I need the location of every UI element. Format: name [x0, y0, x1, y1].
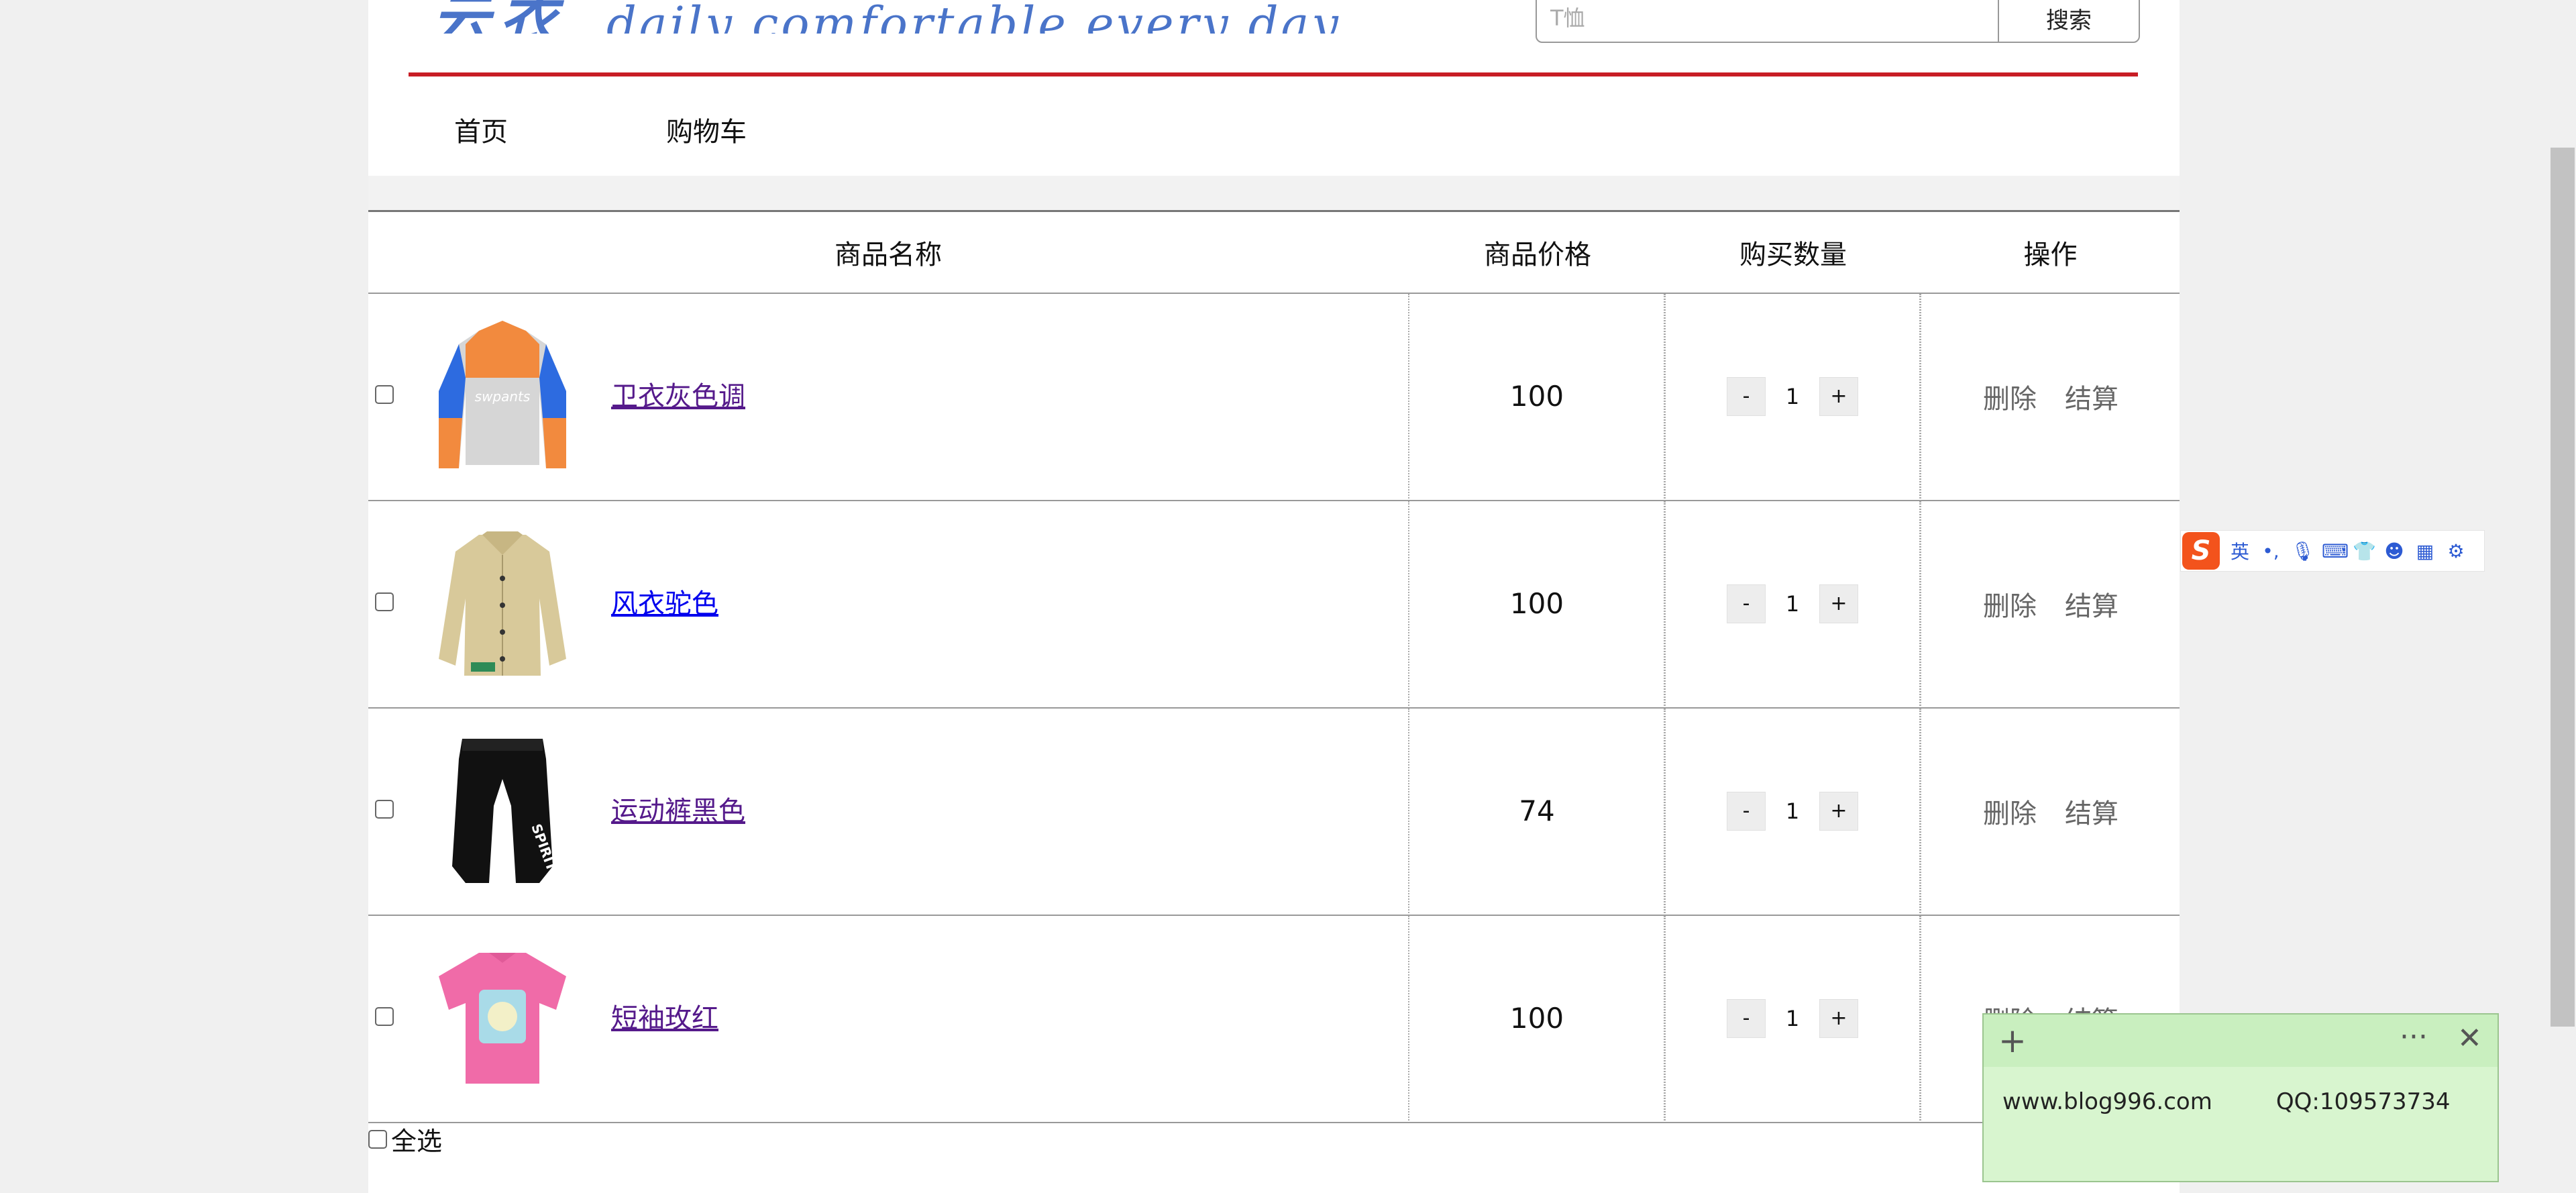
product-image-tshirt[interactable] — [425, 939, 580, 1097]
product-image-sweatpants[interactable]: SPIRIT — [425, 732, 580, 890]
delete-button[interactable]: 删除 — [1983, 584, 2037, 623]
increment-button[interactable]: + — [1819, 376, 1858, 416]
microphone-icon[interactable]: 🎙 — [2291, 540, 2315, 562]
quantity-stepper: - 1 + — [1727, 998, 1858, 1038]
table-row: SPIRIT 运动裤黑色 74 - 1 + 删除 结算 — [368, 709, 2180, 916]
row-checkbox[interactable] — [375, 385, 394, 404]
add-note-icon[interactable]: + — [1998, 1021, 2027, 1060]
product-link[interactable]: 短袖玫红 — [611, 996, 718, 1035]
table-footer: 全选 — [368, 1121, 442, 1157]
increment-button[interactable]: + — [1819, 998, 1858, 1038]
row-checkbox[interactable] — [375, 1007, 394, 1026]
product-price: 100 — [1509, 1002, 1564, 1035]
checkout-button[interactable]: 结算 — [2065, 377, 2118, 416]
assistant-icon[interactable]: ☻ — [2383, 540, 2405, 562]
toolbox-icon[interactable]: ▦ — [2414, 540, 2436, 562]
note-content[interactable]: www.blog996.com QQ:109573734 — [2002, 1088, 2451, 1115]
product-price: 100 — [1509, 587, 1564, 620]
note-site: www.blog996.com — [2002, 1088, 2212, 1115]
price-cell: 100 — [1408, 294, 1666, 499]
quantity-cell: - 1 + — [1664, 709, 1921, 913]
note-qq: QQ:109573734 — [2275, 1088, 2451, 1115]
header-product-name: 商品名称 — [835, 240, 942, 270]
cart-table: 商品名称 商品价格 购买数量 操作 swpants 卫衣灰色调 100 - 1 … — [368, 210, 2180, 1123]
price-cell: 74 — [1408, 709, 1666, 913]
table-row: swpants 卫衣灰色调 100 - 1 + 删除 结算 — [368, 294, 2180, 501]
main-nav: 首页 购物车 — [368, 76, 2180, 176]
product-link[interactable]: 卫衣灰色调 — [611, 374, 745, 413]
delete-button[interactable]: 删除 — [1983, 377, 2037, 416]
logo-cn: 云衣 — [432, 0, 566, 34]
note-toolbar: + ··· ✕ — [1984, 1015, 2498, 1067]
header-actions: 操作 — [2023, 240, 2078, 270]
quantity-stepper: - 1 + — [1727, 791, 1858, 831]
table-row: 风衣驼色 100 - 1 + 删除 结算 — [368, 501, 2180, 709]
price-cell: 100 — [1408, 916, 1666, 1121]
row-checkbox[interactable] — [375, 800, 394, 819]
quantity-value: 1 — [1785, 590, 1800, 617]
table-header: 商品名称 商品价格 购买数量 操作 — [368, 210, 2180, 294]
search-input[interactable] — [1537, 0, 1998, 42]
price-cell: 100 — [1408, 501, 1666, 706]
quantity-value: 1 — [1785, 383, 1800, 409]
quantity-stepper: - 1 + — [1727, 584, 1858, 623]
select-all-checkbox[interactable] — [368, 1129, 387, 1149]
product-link[interactable]: 运动裤黑色 — [611, 789, 745, 828]
close-icon[interactable]: ✕ — [2457, 1021, 2482, 1055]
delete-button[interactable]: 删除 — [1983, 792, 2037, 831]
nav-spacer — [368, 176, 2180, 211]
decrement-button[interactable]: - — [1727, 998, 1766, 1038]
increment-button[interactable]: + — [1819, 584, 1858, 623]
actions-cell: 删除 结算 — [1919, 294, 2181, 499]
table-row: 短袖玫红 100 - 1 + 删除 结算 — [368, 916, 2180, 1123]
punctuation-icon[interactable]: •, — [2260, 540, 2282, 562]
more-icon[interactable]: ··· — [2400, 1020, 2428, 1054]
select-all-label[interactable]: 全选 — [391, 1121, 442, 1157]
svg-text:swpants: swpants — [475, 388, 531, 405]
decrement-button[interactable]: - — [1727, 376, 1766, 416]
site-logo[interactable]: 云衣 daily comfortable every day — [432, 0, 1341, 34]
quantity-value: 1 — [1785, 1005, 1800, 1031]
nav-cart[interactable]: 购物车 — [666, 110, 747, 149]
header-price: 商品价格 — [1484, 240, 1591, 270]
product-link[interactable]: 风衣驼色 — [611, 582, 718, 621]
keyboard-icon[interactable]: ⌨ — [2322, 540, 2349, 562]
actions-cell: 删除 结算 — [1919, 501, 2181, 706]
scrollbar-thumb[interactable] — [2551, 148, 2575, 1027]
row-checkbox[interactable] — [375, 592, 394, 611]
product-image-trench-coat[interactable] — [425, 525, 580, 682]
checkout-button[interactable]: 结算 — [2065, 584, 2118, 623]
ime-lang-toggle[interactable]: 英 — [2229, 537, 2251, 564]
sticky-note: + ··· ✕ www.blog996.com QQ:109573734 — [1982, 1013, 2499, 1182]
quantity-cell: - 1 + — [1664, 501, 1921, 706]
increment-button[interactable]: + — [1819, 791, 1858, 831]
decrement-button[interactable]: - — [1727, 791, 1766, 831]
ime-toolbar: S 英 •, 🎙 ⌨ 👕 ☻ ▦ ⚙ — [2180, 530, 2485, 572]
product-price: 100 — [1509, 380, 1564, 413]
product-price: 74 — [1519, 794, 1555, 827]
header-quantity: 购买数量 — [1739, 240, 1847, 270]
quantity-value: 1 — [1785, 798, 1800, 824]
page: 云衣daily comfortable every day 搜索 首页 购物车 … — [368, 0, 2180, 1193]
sogou-logo-icon[interactable]: S — [2182, 532, 2220, 570]
page-scrollbar[interactable] — [2549, 0, 2576, 1193]
actions-cell: 删除 结算 — [1919, 709, 2181, 913]
quantity-cell: - 1 + — [1664, 294, 1921, 499]
checkout-button[interactable]: 结算 — [2065, 792, 2118, 831]
product-image-sweatshirt[interactable]: swpants — [425, 317, 580, 475]
settings-icon[interactable]: ⚙ — [2445, 540, 2467, 562]
search-button[interactable]: 搜索 — [1998, 0, 2139, 42]
search-bar: 搜索 — [1536, 0, 2140, 43]
decrement-button[interactable]: - — [1727, 584, 1766, 623]
quantity-cell: - 1 + — [1664, 916, 1921, 1121]
quantity-stepper: - 1 + — [1727, 376, 1858, 416]
skin-icon[interactable]: 👕 — [2353, 540, 2376, 562]
nav-home[interactable]: 首页 — [454, 110, 508, 149]
logo-tagline: daily comfortable every day — [606, 0, 1341, 34]
